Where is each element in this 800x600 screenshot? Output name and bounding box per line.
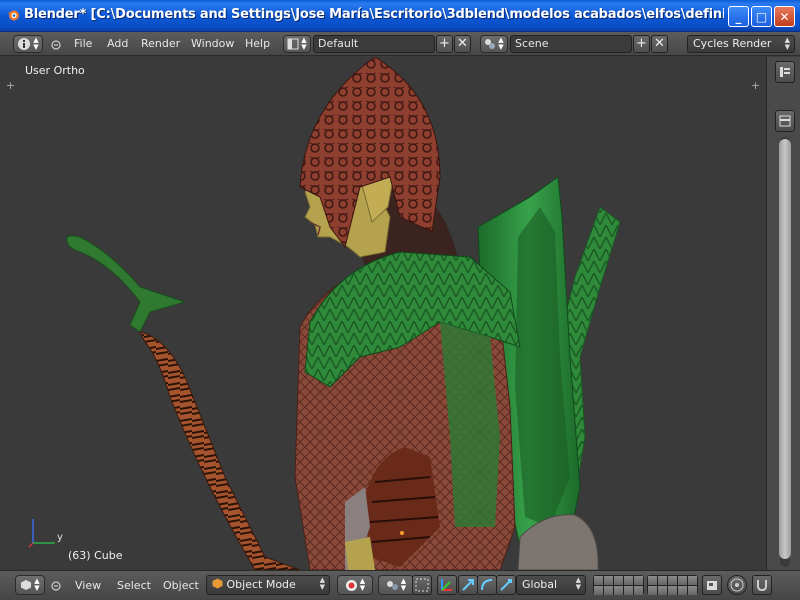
translate-manipulator-button[interactable] [437, 575, 457, 595]
chevron-updown-icon: ▲ ▼ [33, 36, 39, 51]
scene-browse-button[interactable]: ▲ ▼ [480, 35, 508, 53]
interaction-mode-select[interactable]: Object Mode ▲ ▼ [206, 575, 330, 595]
rotate-icon [481, 579, 493, 591]
properties-editor-button[interactable] [775, 110, 795, 132]
scene-icon [485, 39, 496, 49]
scrollbar-thumb[interactable] [779, 139, 791, 559]
layer-buttons-group-1[interactable] [593, 575, 644, 595]
menu-window[interactable]: Window [191, 37, 234, 50]
add-scene-button[interactable]: + [633, 35, 650, 53]
outliner-icon [780, 67, 790, 77]
menu-file[interactable]: File [74, 37, 92, 50]
chevron-updown-icon: ▲ ▼ [301, 36, 307, 51]
blender-logo-icon [7, 10, 19, 21]
screen-layout-field[interactable]: Default [313, 35, 435, 53]
window-title: Blender* [C:\Documents and Settings\Jose… [24, 7, 724, 22]
chevron-updown-icon: ▲ ▼ [784, 36, 790, 51]
active-object-label: (63) Cube [68, 549, 123, 562]
render-engine-label: Cycles Render [693, 37, 772, 50]
3d-viewport[interactable]: User Ortho + + y (63) Cube [0, 57, 766, 570]
proportional-editing-button[interactable] [727, 575, 747, 595]
scene-field[interactable]: Scene [510, 35, 632, 53]
info-icon [18, 38, 31, 50]
magnet-icon [757, 580, 767, 592]
menu-view[interactable]: View [75, 579, 101, 592]
window-titlebar[interactable]: Blender* [C:\Documents and Settings\Jose… [0, 0, 800, 32]
shading-icon [345, 579, 357, 591]
add-layout-button[interactable]: + [436, 35, 453, 53]
menu-object[interactable]: Object [163, 579, 199, 592]
chevron-updown-icon: ▲ ▼ [34, 577, 40, 592]
view-label: User Ortho [25, 64, 85, 77]
3d-view-header: ▲ ▼ View Select Object Object Mode ▲ ▼ ▲ ▼ … [0, 570, 800, 600]
info-editor-type-button[interactable]: ▲ ▼ [13, 35, 43, 53]
chevron-updown-icon: ▲ ▼ [498, 36, 504, 51]
layer-buttons-group-2[interactable] [647, 575, 698, 595]
chevron-updown-icon: ▲ ▼ [400, 577, 407, 592]
chevron-updown-icon: ▲ ▼ [359, 577, 366, 592]
menu-help[interactable]: Help [245, 37, 270, 50]
plus-icon: + [439, 36, 450, 51]
rotate-tool-button[interactable] [477, 575, 497, 595]
elf-archer-model [66, 57, 621, 570]
collapse-menu-icon[interactable] [51, 40, 61, 50]
chevron-updown-icon: ▲ ▼ [575, 576, 581, 591]
maximize-button[interactable]: □ [751, 6, 772, 27]
properties-toggle-icon[interactable]: + [750, 80, 761, 91]
remove-scene-button[interactable]: ✕ [651, 35, 668, 53]
object-mode-icon [212, 578, 223, 589]
move-tool-button[interactable] [458, 575, 478, 595]
transform-orientation-select[interactable]: Global ▲ ▼ [516, 575, 586, 595]
plus-icon: + [636, 36, 647, 51]
remove-layout-button[interactable]: ✕ [454, 35, 471, 53]
proportional-edit-icon [730, 578, 744, 592]
pivot-icon [386, 580, 398, 590]
menu-render[interactable]: Render [141, 37, 180, 50]
minimize-button[interactable]: _ [728, 6, 749, 27]
axis-y-label: y [57, 532, 63, 543]
scale-icon [500, 579, 512, 591]
viewport-shading-button[interactable]: ▲ ▼ [337, 575, 373, 595]
screen-layout-button[interactable]: ▲ ▼ [283, 35, 311, 53]
scale-tool-button[interactable] [496, 575, 516, 595]
x-icon: ✕ [654, 36, 665, 51]
chevron-updown-icon: ▲ ▼ [319, 576, 325, 591]
3d-view-icon [21, 580, 32, 590]
pivot-point-button[interactable]: ▲ ▼ [378, 575, 414, 595]
x-icon: ✕ [457, 36, 468, 51]
axis-gizmo-icon [28, 519, 55, 548]
axes-icon [441, 579, 452, 591]
properties-panel-strip [766, 57, 800, 570]
toolshelf-toggle-icon[interactable]: + [5, 80, 16, 91]
outliner-editor-button[interactable] [775, 61, 795, 83]
arrow-icon [462, 579, 474, 591]
snap-toggle-button[interactable] [752, 575, 772, 595]
collapse-menu-icon[interactable] [51, 581, 61, 591]
scene-lock-icon [707, 581, 717, 590]
manipulator-icon [415, 578, 429, 592]
menu-add[interactable]: Add [107, 37, 128, 50]
properties-icon [779, 115, 791, 127]
manipulator-toggle[interactable] [412, 575, 432, 595]
lock-camera-to-view-button[interactable] [702, 575, 722, 595]
render-engine-select[interactable]: Cycles Render ▲ ▼ [687, 35, 795, 53]
interaction-mode-label: Object Mode [226, 578, 296, 591]
info-header: ▲ ▼ File Add Render Window Help ▲ ▼ Defaul… [0, 32, 800, 56]
3d-view-editor-type-button[interactable]: ▲ ▼ [15, 575, 45, 595]
transform-orientation-label: Global [522, 578, 558, 591]
menu-select[interactable]: Select [117, 579, 151, 592]
layout-icon [287, 38, 299, 50]
close-button[interactable]: ✕ [774, 6, 795, 27]
